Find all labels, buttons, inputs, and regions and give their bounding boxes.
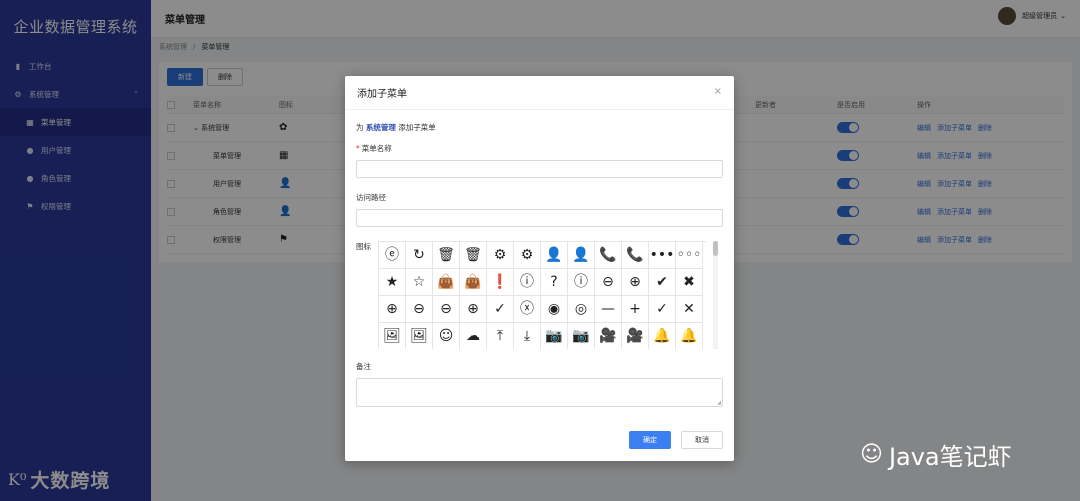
icon-picker: 图标 ⓔ ↻ 🗑 🗑 ⚙ ⚙ 👤 👤 📞 📞 ••• ◦◦◦ ★ ☆ 👜 👜 ❗ ⓘ? ⓘ ⊖ ⊕ ✔ ✖ ⊕ ⊖ ⊖ ⊕ ✓ ⓧ ◉ ◎ —… [356, 241, 723, 353]
close-icon[interactable]: × [714, 86, 722, 97]
confirm-button[interactable]: 确定 [629, 431, 671, 449]
icon-option[interactable]: 👤 [568, 242, 595, 269]
icon-option[interactable]: ✖ [676, 269, 703, 296]
icon-grid-scrollbar[interactable] [713, 241, 718, 349]
icon-option[interactable]: ⊕ [460, 296, 487, 323]
wechat-icon: ☺ [860, 442, 883, 467]
icon-option[interactable]: ⚙ [487, 242, 514, 269]
icon-option[interactable]: 👜 [460, 269, 487, 296]
icon-option[interactable]: ❗ [487, 269, 514, 296]
remark-textarea[interactable] [356, 378, 723, 407]
icon-option[interactable]: 📷 [541, 323, 568, 349]
icon-option[interactable]: ✕ [676, 296, 703, 323]
icon-option[interactable]: ⤓ [514, 323, 541, 349]
icon-option[interactable]: 🔔 [676, 323, 703, 349]
cancel-button[interactable]: 取消 [681, 431, 723, 449]
dialog-body: 为 系统管理 添加子菜单 * 菜单名称 访问路径 图标 ⓔ ↻ 🗑 🗑 ⚙ ⚙ 👤 👤 📞 📞 •••… [345, 110, 734, 407]
icon-option[interactable]: ⚙ [514, 242, 541, 269]
icon-option[interactable]: ⓧ [514, 296, 541, 323]
icon-option[interactable]: ☺ [433, 323, 460, 349]
scrollbar-thumb[interactable] [713, 241, 718, 256]
icon-option[interactable]: 🔔 [649, 323, 676, 349]
icon-option[interactable]: ⊖ [433, 296, 460, 323]
icon-option[interactable]: ✓ [487, 296, 514, 323]
icon-option[interactable]: 📞 [622, 242, 649, 269]
remark-label: 备注 [356, 362, 371, 371]
icon-option[interactable]: ⊕ [379, 296, 406, 323]
icon-option[interactable]: ⓘ [568, 269, 595, 296]
parent-note: 为 系统管理 添加子菜单 [356, 122, 723, 133]
icon-option[interactable]: 📞 [595, 242, 622, 269]
icon-option[interactable]: 🖼 [379, 323, 406, 349]
icon-label: 图标 [356, 242, 371, 251]
path-input[interactable] [356, 209, 723, 227]
dialog-footer: 确定 取消 [629, 431, 723, 449]
icon-option[interactable]: 🎥 [595, 323, 622, 349]
icon-option[interactable]: ◦◦◦ [676, 242, 703, 269]
icon-option[interactable]: 🎥 [622, 323, 649, 349]
icon-option[interactable]: ⓔ [379, 242, 406, 269]
icon-option[interactable]: 📷 [568, 323, 595, 349]
icon-option[interactable]: ◎ [568, 296, 595, 323]
icon-option[interactable]: 👜 [433, 269, 460, 296]
dialog-title: 添加子菜单 [357, 89, 407, 100]
required-mark: * [356, 144, 360, 153]
icon-option[interactable]: 👤 [541, 242, 568, 269]
icon-option[interactable]: ☁ [460, 323, 487, 349]
icon-option[interactable]: ☆ [406, 269, 433, 296]
note-suffix: 添加子菜单 [398, 123, 436, 132]
icon-option[interactable]: ⓘ [514, 269, 541, 296]
icon-grid: ⓔ ↻ 🗑 🗑 ⚙ ⚙ 👤 👤 📞 📞 ••• ◦◦◦ ★ ☆ 👜 👜 ❗ ⓘ? ⓘ ⊖ ⊕ ✔ ✖ ⊕ ⊖ ⊖ ⊕ ✓ ⓧ ◉ ◎ — + ✓ ✕… [378, 241, 706, 349]
icon-option[interactable]: ••• [649, 242, 676, 269]
watermark-text: Java笔记虾 [888, 443, 1012, 471]
parent-menu-link[interactable]: 系统管理 [366, 123, 396, 132]
icon-option[interactable]: ✓ [649, 296, 676, 323]
add-submenu-dialog: 添加子菜单 × 为 系统管理 添加子菜单 * 菜单名称 访问路径 图标 ⓔ ↻ 🗑 🗑 ⚙… [345, 76, 734, 461]
icon-option[interactable]: 🖼 [406, 323, 433, 349]
icon-option[interactable]: ⊕ [622, 269, 649, 296]
menu-name-label-text: 菜单名称 [361, 144, 392, 153]
icon-option[interactable]: ◉ [541, 296, 568, 323]
icon-option[interactable]: ? [541, 269, 568, 296]
icon-option[interactable]: ↻ [406, 242, 433, 269]
icon-option[interactable]: 🗑 [460, 242, 487, 269]
icon-option[interactable]: — [595, 296, 622, 323]
icon-option[interactable]: ⤒ [487, 323, 514, 349]
icon-option[interactable]: ⊖ [406, 296, 433, 323]
menu-name-label: * 菜单名称 [356, 143, 723, 154]
icon-option[interactable]: + [622, 296, 649, 323]
dialog-header: 添加子菜单 × [345, 76, 734, 110]
note-prefix: 为 [356, 123, 364, 132]
icon-option[interactable]: ⊖ [595, 269, 622, 296]
menu-name-input[interactable] [356, 160, 723, 178]
icon-option[interactable]: 🗑 [433, 242, 460, 269]
path-label: 访问路径 [356, 193, 386, 202]
icon-option[interactable]: ★ [379, 269, 406, 296]
icon-option[interactable]: ✔ [649, 269, 676, 296]
watermark: ☺ Java笔记虾 [860, 437, 1012, 472]
